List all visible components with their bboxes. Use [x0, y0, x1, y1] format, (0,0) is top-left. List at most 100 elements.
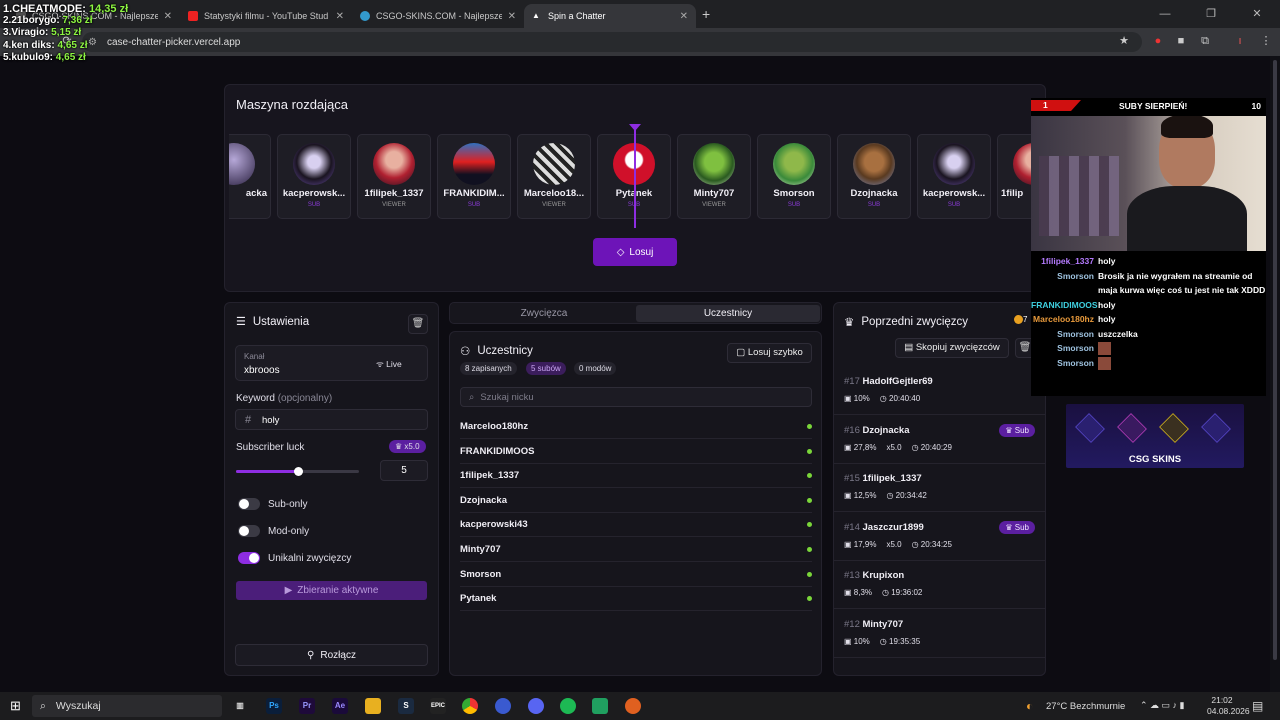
disconnect-button[interactable]: ⚲ Rozłącz	[235, 644, 428, 666]
live-status: ᯤ Live	[376, 359, 402, 369]
slider-knob[interactable]	[293, 467, 303, 476]
close-tab-icon[interactable]: ✕	[680, 11, 688, 22]
winner-name: #16 Dzojnacka	[844, 424, 910, 436]
sub-goal-bar: 1 SUBY SIERPIEŃ! 10	[1031, 98, 1266, 114]
luck-value-input[interactable]: 5	[380, 460, 428, 481]
close-tab-icon[interactable]: ✕	[164, 11, 172, 22]
participant-card: Minty707 VIEWER	[677, 134, 751, 219]
participant-row[interactable]: FRANKIDIMOOS	[460, 440, 812, 464]
page-scrollbar[interactable]	[1270, 56, 1280, 692]
window-controls: — ❐ ✕	[1142, 0, 1280, 28]
clock-icon: ◷ 20:40:40	[879, 394, 921, 403]
after-effects-icon[interactable]: Ae	[332, 698, 348, 714]
bookmark-star-icon[interactable]: ★	[1117, 34, 1131, 48]
steam-icon[interactable]: S	[398, 698, 414, 714]
address-bar[interactable]: ⚙ case-chatter-picker.vercel.app	[82, 32, 1142, 52]
tab-participants[interactable]: Uczestnicy	[636, 305, 820, 322]
collecting-active-button[interactable]: ▶ Zbieranie aktywne	[236, 581, 427, 600]
windows-start-icon[interactable]: ⊞	[10, 699, 21, 713]
minimize-icon[interactable]: —	[1142, 0, 1188, 28]
app-icon[interactable]	[625, 698, 641, 714]
sub-badge: ♛ Sub	[999, 423, 1035, 437]
file-explorer-icon[interactable]	[365, 698, 381, 714]
winner-row: #12 Minty707 ▣ 10% ◷ 19:35:35	[834, 610, 1045, 658]
participant-row[interactable]: Smorson	[460, 563, 812, 587]
tab-winner[interactable]: Zwycięzca	[452, 305, 636, 322]
online-dot-icon	[807, 571, 812, 577]
unique-winners-toggle[interactable]	[238, 552, 260, 564]
browser-tab[interactable]: Statystyki filmu - YouTube Stud ✕	[180, 4, 352, 28]
premiere-icon[interactable]: Pr	[299, 698, 315, 714]
participant-row[interactable]: Minty707	[460, 538, 812, 562]
search-icon: ⌕	[40, 699, 46, 712]
tray-icons[interactable]: ⌃ ☁ ▭ ♪ ▮	[1140, 700, 1185, 711]
unplug-icon: ⚲	[307, 649, 315, 661]
close-tab-icon[interactable]: ✕	[336, 11, 344, 22]
epic-games-icon[interactable]: EPIC	[430, 698, 446, 714]
discord-icon[interactable]	[528, 698, 544, 714]
spin-button[interactable]: ◇ Losuj	[593, 238, 677, 266]
hash-icon: #	[245, 414, 252, 426]
participant-row[interactable]: Dzojnacka	[460, 489, 812, 513]
keyword-label: Keyword (opcjonalny)	[236, 393, 333, 404]
task-view-icon[interactable]: ▥	[232, 698, 248, 714]
chat-username: FRANKIDIMOOS	[1031, 299, 1098, 310]
sub-only-toggle[interactable]	[238, 498, 260, 510]
chrome-icon[interactable]	[462, 698, 478, 714]
participant-row[interactable]: Pytanek	[460, 587, 812, 612]
avatar	[293, 143, 335, 185]
channel-box[interactable]: Kanał xbrooos ᯤ Live	[235, 345, 428, 381]
winner-name: #13 Krupixon	[844, 570, 905, 582]
chance-icon: ▣ 10%	[844, 394, 870, 403]
winner-row: #17 HadolfGejtler69 ▣ 10% ◷ 20:40:40	[834, 367, 1045, 415]
winner-row: #14 Jaszczur1899 ▣ 17,9% x5.0 ◷ 20:34:25 ♛ S…	[834, 513, 1045, 561]
avatar	[773, 143, 815, 185]
avatar	[229, 143, 255, 185]
app-icon[interactable]	[592, 698, 608, 714]
app-icon[interactable]	[495, 698, 511, 714]
browser-tab[interactable]: CSGO-SKINS.COM - Najlepsze ✕	[352, 4, 524, 28]
participant-row[interactable]: 1filipek_1337	[460, 464, 812, 489]
clock[interactable]: 21:02 04.08.2026	[1207, 695, 1250, 717]
emote-icon	[1098, 342, 1111, 356]
new-tab-icon[interactable]: +	[702, 6, 710, 22]
maximize-icon[interactable]: ❐	[1188, 0, 1234, 28]
close-window-icon[interactable]: ✕	[1234, 0, 1280, 28]
chat-username: Smorson	[1057, 343, 1094, 353]
extensions-puzzle-icon[interactable]: ⧉	[1198, 34, 1212, 48]
copy-winners-button[interactable]: ▤ Skopiuj zwycięzców	[895, 338, 1009, 358]
participant-card: Smorson SUB	[757, 134, 831, 219]
chance-icon: ▣ 17,9%	[844, 539, 877, 549]
clear-settings-button[interactable]: 🗑	[408, 314, 428, 334]
participant-name: kacperowski43	[460, 519, 528, 531]
participant-row[interactable]: Marceloo180hz	[460, 415, 812, 439]
chat-message: Smorson	[1031, 341, 1266, 356]
chat-username: Marceloo180hz	[1033, 314, 1094, 324]
extension-icon[interactable]: ■	[1174, 34, 1188, 48]
luck-slider[interactable]	[236, 467, 359, 476]
address-bar-row: ⟳ ⚙ case-chatter-picker.vercel.app ★ ● ■ …	[0, 28, 1280, 56]
photoshop-icon[interactable]: Ps	[266, 698, 282, 714]
notifications-icon[interactable]: ▤	[1252, 699, 1263, 713]
taskbar-search[interactable]: ⌕ Wyszukaj	[32, 695, 222, 717]
settings-panel: ☰ Ustawienia 🗑 Kanał xbrooos ᯤ Live Keywo…	[224, 302, 439, 676]
clipboard-icon: ▤	[904, 342, 914, 353]
quick-draw-button[interactable]: ▢ Losuj szybko	[727, 343, 812, 363]
extension-icon[interactable]: ●	[1151, 34, 1165, 48]
avatar	[373, 143, 415, 185]
machine-title: Maszyna rozdająca	[236, 97, 348, 112]
weather-text[interactable]: 27°C Bezchmurnie	[1046, 701, 1125, 712]
keyword-input[interactable]: # holy	[235, 409, 428, 430]
profile-avatar-icon[interactable]: ı	[1233, 34, 1247, 48]
leaderboard-entry: 3.Viragio: 5,15 zł	[3, 27, 82, 39]
close-tab-icon[interactable]: ✕	[508, 11, 516, 22]
browser-tab-active[interactable]: ▲ Spin a Chatter ✕	[524, 4, 696, 28]
spotify-icon[interactable]	[560, 698, 576, 714]
unique-winners-label: Unikalni zwycięzcy	[268, 553, 352, 564]
menu-dots-icon[interactable]: ⋮	[1259, 34, 1273, 48]
scrollbar-thumb[interactable]	[1273, 60, 1277, 660]
search-input[interactable]: ⌕ Szukaj nicku	[460, 387, 812, 407]
mod-only-toggle[interactable]	[238, 525, 260, 537]
participant-row[interactable]: kacperowski43	[460, 513, 812, 538]
crown-icon: ♛	[395, 442, 403, 451]
